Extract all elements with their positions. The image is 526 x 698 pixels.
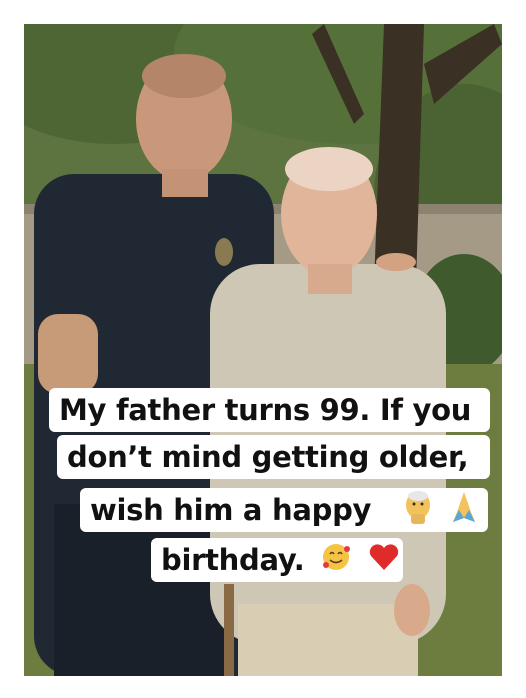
smiling-face-with-hearts-emoji-icon <box>320 541 352 583</box>
red-heart-emoji-icon <box>368 542 400 582</box>
caption-text-2: don’t mind getting older, <box>67 440 469 474</box>
praying-hands-emoji-icon <box>449 490 479 534</box>
caption-line-3: wish him a happy <box>80 488 488 532</box>
caption-text-4: birthday. <box>161 543 305 577</box>
caption-text-3: wish him a happy <box>90 493 372 527</box>
caption-text-1: My father turns 99. If you <box>59 393 472 427</box>
old-person-emoji-icon <box>403 490 433 534</box>
caption-line-1: My father turns 99. If you <box>49 388 490 432</box>
caption-line-4: birthday. <box>151 538 403 582</box>
image-frame: My father turns 99. If you don’t mind ge… <box>0 0 526 698</box>
caption-line-2: don’t mind getting older, <box>57 435 490 479</box>
